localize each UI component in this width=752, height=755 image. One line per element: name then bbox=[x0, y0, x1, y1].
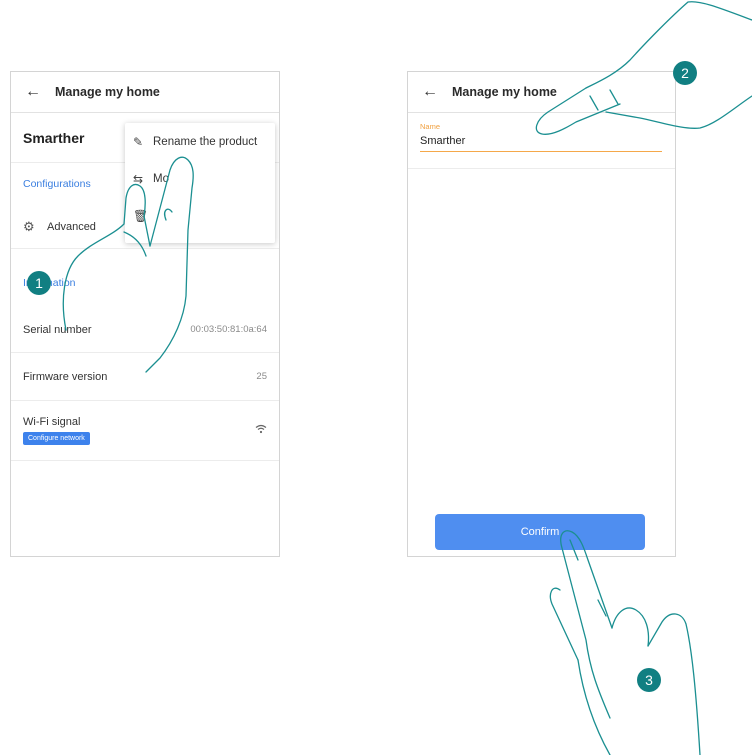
configure-network-button[interactable]: Configure network bbox=[23, 432, 90, 445]
page-title: Manage my home bbox=[452, 85, 557, 99]
menu-item-move[interactable]: ⇆ Mo bbox=[125, 160, 275, 197]
hand-3-finger bbox=[560, 530, 613, 719]
swap-icon: ⇆ bbox=[133, 171, 144, 186]
pencil-icon: ✎ bbox=[133, 134, 144, 149]
header-bar: ← Manage my home bbox=[11, 72, 279, 113]
divider bbox=[408, 168, 675, 169]
menu-item-rename[interactable]: ✎ Rename the product bbox=[125, 123, 275, 160]
wifi-row: Wi-Fi signal Configure network bbox=[11, 401, 279, 461]
step-badge-3: 3 bbox=[637, 668, 661, 692]
confirm-button[interactable]: Confirm bbox=[435, 514, 645, 550]
menu-item-delete[interactable]: 🗑 bbox=[125, 197, 275, 234]
name-field: Name bbox=[420, 122, 662, 152]
page-title: Manage my home bbox=[55, 85, 160, 99]
name-field-label: Name bbox=[420, 122, 441, 131]
wifi-label: Wi-Fi signal bbox=[23, 416, 81, 428]
left-phone-screen: ← Manage my home Smarther Configurations… bbox=[10, 71, 280, 557]
step-badge-2: 2 bbox=[673, 61, 697, 85]
product-name: Smarther bbox=[23, 129, 85, 146]
hand-3-side bbox=[549, 587, 579, 661]
right-phone-screen: ← Manage my home Name Confirm bbox=[407, 71, 676, 557]
step-badge-1: 1 bbox=[27, 271, 51, 295]
firmware-label: Firmware version bbox=[23, 370, 108, 383]
menu-item-label: Rename the product bbox=[153, 135, 258, 148]
section-header-configurations: Configurations bbox=[23, 178, 91, 190]
serial-number-value: 00:03:50:81:0a:64 bbox=[190, 324, 267, 335]
trash-icon: 🗑 bbox=[133, 208, 149, 223]
menu-item-label: Mo bbox=[153, 172, 169, 185]
firmware-row: Firmware version 25 bbox=[11, 353, 279, 401]
name-input[interactable] bbox=[420, 132, 662, 152]
hand-3-thumb bbox=[611, 607, 650, 647]
firmware-value: 25 bbox=[256, 371, 267, 382]
back-arrow-icon[interactable]: ← bbox=[25, 83, 55, 101]
header-bar: ← Manage my home bbox=[408, 72, 675, 113]
serial-number-row: Serial number 00:03:50:81:0a:64 bbox=[11, 307, 279, 353]
gear-icon: ⚙ bbox=[23, 218, 35, 234]
hand-3-wrist bbox=[577, 659, 611, 755]
back-arrow-icon[interactable]: ← bbox=[422, 83, 452, 101]
wifi-icon bbox=[255, 424, 267, 437]
serial-number-label: Serial number bbox=[23, 323, 92, 336]
advanced-label: Advanced bbox=[47, 220, 96, 233]
product-context-menu: ✎ Rename the product ⇆ Mo 🗑 bbox=[125, 123, 275, 243]
information-section: Information bbox=[11, 249, 279, 307]
